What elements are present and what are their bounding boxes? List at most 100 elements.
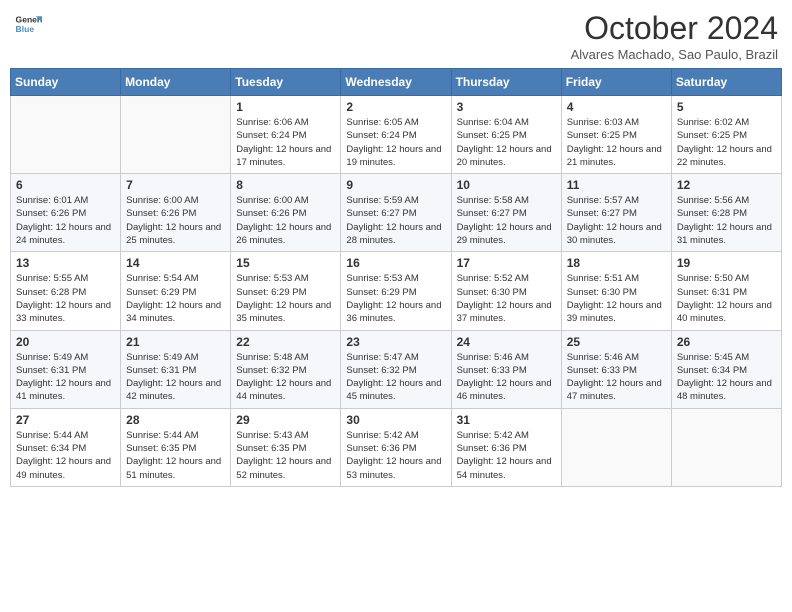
day-info: Sunrise: 5:55 AM Sunset: 6:28 PM Dayligh… [16,272,115,325]
calendar-day-26: 26Sunrise: 5:45 AM Sunset: 6:34 PM Dayli… [671,330,781,408]
calendar-day-1: 1 Sunrise: 6:06 AM Sunset: 6:24 PM Daylig… [231,96,341,174]
day-number: 24 [457,335,556,349]
day-number: 4 [567,100,666,114]
day-info: Sunrise: 5:49 AM Sunset: 6:31 PM Dayligh… [126,351,225,404]
day-number: 17 [457,256,556,270]
weekday-header-tuesday: Tuesday [231,69,341,96]
day-info: Sunrise: 6:03 AM Sunset: 6:25 PM Dayligh… [567,116,666,169]
month-title: October 2024 [571,10,778,47]
calendar-empty-cell [561,408,671,486]
calendar-day-9: 9 Sunrise: 5:59 AM Sunset: 6:27 PM Daylig… [341,174,451,252]
calendar-week-3: 13 Sunrise: 5:55 AM Sunset: 6:28 PM Dayli… [11,252,782,330]
day-info: Sunrise: 5:48 AM Sunset: 6:32 PM Dayligh… [236,351,335,404]
day-number: 13 [16,256,115,270]
calendar-week-5: 27 Sunrise: 5:44 AM Sunset: 6:34 PM Dayli… [11,408,782,486]
day-number: 10 [457,178,556,192]
day-info: Sunrise: 6:00 AM Sunset: 6:26 PM Dayligh… [236,194,335,247]
day-number: 9 [346,178,445,192]
day-info: Sunrise: 5:46 AM Sunset: 6:33 PM Dayligh… [567,351,666,404]
weekday-header-friday: Friday [561,69,671,96]
calendar-day-10: 10 Sunrise: 5:58 AM Sunset: 6:27 PM Dayli… [451,174,561,252]
day-info: Sunrise: 5:54 AM Sunset: 6:29 PM Dayligh… [126,272,225,325]
day-number: 2 [346,100,445,114]
weekday-header-saturday: Saturday [671,69,781,96]
calendar-day-12: 12Sunrise: 5:56 AM Sunset: 6:28 PM Dayli… [671,174,781,252]
day-info: Sunrise: 6:06 AM Sunset: 6:24 PM Dayligh… [236,116,335,169]
calendar-day-18: 18 Sunrise: 5:51 AM Sunset: 6:30 PM Dayli… [561,252,671,330]
calendar-day-20: 20 Sunrise: 5:49 AM Sunset: 6:31 PM Dayli… [11,330,121,408]
day-info: Sunrise: 5:49 AM Sunset: 6:31 PM Dayligh… [16,351,115,404]
day-number: 16 [346,256,445,270]
calendar-day-13: 13 Sunrise: 5:55 AM Sunset: 6:28 PM Dayli… [11,252,121,330]
calendar-day-15: 15 Sunrise: 5:53 AM Sunset: 6:29 PM Dayli… [231,252,341,330]
weekday-header-row: SundayMondayTuesdayWednesdayThursdayFrid… [11,69,782,96]
svg-text:Blue: Blue [16,24,35,34]
calendar-day-3: 3 Sunrise: 6:04 AM Sunset: 6:25 PM Daylig… [451,96,561,174]
day-info: Sunrise: 6:00 AM Sunset: 6:26 PM Dayligh… [126,194,225,247]
calendar-day-29: 29 Sunrise: 5:43 AM Sunset: 6:35 PM Dayli… [231,408,341,486]
calendar-day-23: 23 Sunrise: 5:47 AM Sunset: 6:32 PM Dayli… [341,330,451,408]
day-info: Sunrise: 5:44 AM Sunset: 6:35 PM Dayligh… [126,429,225,482]
svg-text:General: General [16,14,42,24]
calendar-day-4: 4 Sunrise: 6:03 AM Sunset: 6:25 PM Daylig… [561,96,671,174]
day-info: Sunrise: 5:51 AM Sunset: 6:30 PM Dayligh… [567,272,666,325]
calendar-day-22: 22 Sunrise: 5:48 AM Sunset: 6:32 PM Dayli… [231,330,341,408]
day-info: Sunrise: 5:53 AM Sunset: 6:29 PM Dayligh… [346,272,445,325]
day-number: 18 [567,256,666,270]
calendar-day-25: 25 Sunrise: 5:46 AM Sunset: 6:33 PM Dayli… [561,330,671,408]
calendar-week-1: 1 Sunrise: 6:06 AM Sunset: 6:24 PM Daylig… [11,96,782,174]
day-info: Sunrise: 5:44 AM Sunset: 6:34 PM Dayligh… [16,429,115,482]
logo: General Blue [14,10,42,38]
weekday-header-monday: Monday [121,69,231,96]
day-number: 15 [236,256,335,270]
calendar-day-31: 31 Sunrise: 5:42 AM Sunset: 6:36 PM Dayli… [451,408,561,486]
day-info: Sunrise: 5:42 AM Sunset: 6:36 PM Dayligh… [457,429,556,482]
day-info: Sunrise: 5:59 AM Sunset: 6:27 PM Dayligh… [346,194,445,247]
weekday-header-thursday: Thursday [451,69,561,96]
day-info: Sunrise: 6:02 AM Sunset: 6:25 PM Dayligh… [677,116,776,169]
day-info: Sunrise: 5:46 AM Sunset: 6:33 PM Dayligh… [457,351,556,404]
calendar-day-21: 21 Sunrise: 5:49 AM Sunset: 6:31 PM Dayli… [121,330,231,408]
day-info: Sunrise: 5:53 AM Sunset: 6:29 PM Dayligh… [236,272,335,325]
day-number: 14 [126,256,225,270]
day-info: Sunrise: 5:58 AM Sunset: 6:27 PM Dayligh… [457,194,556,247]
day-number: 29 [236,413,335,427]
day-number: 20 [16,335,115,349]
day-number: 19 [677,256,776,270]
day-info: Sunrise: 5:52 AM Sunset: 6:30 PM Dayligh… [457,272,556,325]
page-header: General Blue October 2024 Alvares Machad… [10,10,782,62]
day-number: 23 [346,335,445,349]
day-number: 25 [567,335,666,349]
calendar-empty-cell [121,96,231,174]
day-number: 12 [677,178,776,192]
calendar-week-4: 20 Sunrise: 5:49 AM Sunset: 6:31 PM Dayli… [11,330,782,408]
day-number: 30 [346,413,445,427]
day-info: Sunrise: 6:01 AM Sunset: 6:26 PM Dayligh… [16,194,115,247]
day-info: Sunrise: 5:47 AM Sunset: 6:32 PM Dayligh… [346,351,445,404]
day-info: Sunrise: 6:04 AM Sunset: 6:25 PM Dayligh… [457,116,556,169]
title-section: October 2024 Alvares Machado, Sao Paulo,… [571,10,778,62]
calendar-empty-cell [11,96,121,174]
day-number: 6 [16,178,115,192]
day-number: 3 [457,100,556,114]
day-number: 8 [236,178,335,192]
day-number: 22 [236,335,335,349]
day-number: 28 [126,413,225,427]
day-number: 7 [126,178,225,192]
calendar-day-7: 7 Sunrise: 6:00 AM Sunset: 6:26 PM Daylig… [121,174,231,252]
calendar-day-19: 19 Sunrise: 5:50 AM Sunset: 6:31 PM Dayli… [671,252,781,330]
day-info: Sunrise: 5:43 AM Sunset: 6:35 PM Dayligh… [236,429,335,482]
day-info: Sunrise: 5:50 AM Sunset: 6:31 PM Dayligh… [677,272,776,325]
calendar-day-28: 28 Sunrise: 5:44 AM Sunset: 6:35 PM Dayli… [121,408,231,486]
weekday-header-wednesday: Wednesday [341,69,451,96]
day-number: 31 [457,413,556,427]
calendar-week-2: 6 Sunrise: 6:01 AM Sunset: 6:26 PM Daylig… [11,174,782,252]
day-number: 21 [126,335,225,349]
calendar-day-14: 14 Sunrise: 5:54 AM Sunset: 6:29 PM Dayli… [121,252,231,330]
calendar-empty-cell [671,408,781,486]
day-number: 1 [236,100,335,114]
day-number: 26 [677,335,776,349]
day-number: 27 [16,413,115,427]
day-info: Sunrise: 5:57 AM Sunset: 6:27 PM Dayligh… [567,194,666,247]
calendar-day-2: 2Sunrise: 6:05 AM Sunset: 6:24 PM Daylig… [341,96,451,174]
